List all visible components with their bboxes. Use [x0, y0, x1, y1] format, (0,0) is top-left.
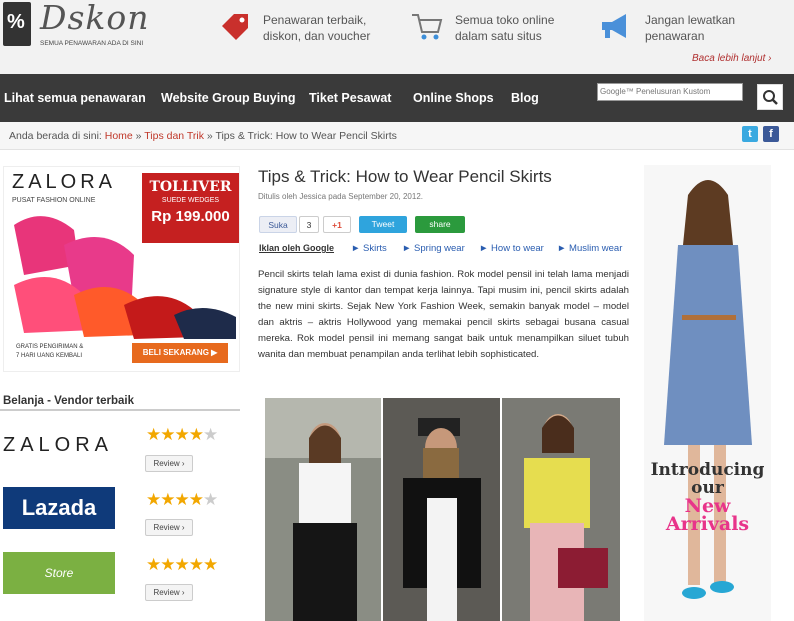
vendor-logo-lazada[interactable]: Lazada [3, 487, 115, 529]
review-button[interactable]: Review › [145, 584, 193, 601]
divider [0, 409, 240, 411]
search-button[interactable] [757, 84, 783, 110]
vendor-logo-zalora[interactable]: ZALORA [3, 424, 115, 466]
review-button[interactable]: Review › [145, 519, 193, 536]
article-photo-2 [383, 398, 500, 621]
feature-offers: Jangan lewatkan penawaran [645, 13, 736, 43]
article-photo-3 [502, 398, 620, 621]
star-rating: ★★★★★ [146, 490, 218, 509]
nav-group-buying[interactable]: Website Group Buying [161, 91, 296, 105]
zalora-banner-ad[interactable]: ZALORA PUSAT FASHION ONLINE TOLLIVER SUE… [3, 166, 240, 372]
vendor-heading: Belanja - Vendor terbaik [3, 395, 135, 407]
megaphone-icon [602, 14, 626, 38]
nav-flight-tickets[interactable]: Tiket Pesawat [309, 91, 391, 105]
vendor-logo-store[interactable]: Store [3, 552, 115, 594]
google-plus-button[interactable]: +1 [323, 216, 351, 233]
breadcrumb-home[interactable]: Home [105, 130, 133, 142]
model-photo [664, 180, 752, 599]
new-arrivals-ad[interactable]: Introducing our New Arrivals [644, 165, 771, 621]
read-more-link[interactable]: Baca lebih lanjut › [692, 53, 772, 64]
article-body: Pencil skirts telah lama exist di dunia … [258, 269, 629, 361]
like-count: 3 [299, 216, 319, 233]
ad-link-spring-wear[interactable]: ► Spring wear [402, 243, 465, 254]
breadcrumb-bar: Anda berada di sini: Home » Tips dan Tri… [0, 122, 794, 150]
twitter-icon[interactable]: t [742, 126, 758, 142]
share-button[interactable]: share [415, 216, 465, 233]
facebook-icon[interactable]: f [763, 126, 779, 142]
cart-icon [412, 14, 443, 40]
breadcrumb-section[interactable]: Tips dan Trik [144, 130, 204, 142]
logo-text[interactable]: Dskon [40, 0, 150, 37]
breadcrumb-current: Tips & Trick: How to Wear Pencil Skirts [215, 130, 397, 142]
article-photo-1 [265, 398, 381, 621]
tag-icon [222, 14, 248, 40]
site-header: % Dskon SEMUA PENAWARAN ADA DI SINI Pena… [0, 0, 794, 74]
facebook-like-button[interactable]: Suka [259, 216, 297, 233]
buy-now-button[interactable]: BELI SEKARANG ▶ [132, 343, 228, 363]
wedge-shoes-image [14, 216, 236, 339]
article-title: Tips & Trick: How to Wear Pencil Skirts [258, 167, 552, 186]
logo-mark[interactable]: % [3, 2, 31, 46]
review-button[interactable]: Review › [145, 455, 193, 472]
star-rating: ★★★★★ [146, 425, 218, 444]
logo-tagline: SEMUA PENAWARAN ADA DI SINI [40, 40, 144, 47]
search-icon [763, 90, 778, 105]
nav-blog[interactable]: Blog [511, 91, 539, 105]
ad-link-how-to-wear[interactable]: ► How to wear [479, 243, 544, 254]
ad-link-skirts[interactable]: ► Skirts [351, 243, 387, 254]
ads-by-google[interactable]: Iklan oleh Google [259, 243, 334, 253]
breadcrumb: Anda berada di sini: Home » Tips dan Tri… [9, 130, 397, 142]
nav-all-offers[interactable]: Lihat semua penawaran [4, 91, 146, 105]
article-meta: Ditulis oleh Jessica pada September 20, … [258, 192, 423, 201]
feature-shops: Semua toko online dalam satu situs [455, 13, 555, 43]
ad-link-muslim-wear[interactable]: ► Muslim wear [557, 243, 622, 254]
star-rating: ★★★★★ [146, 555, 218, 574]
nav-online-shops[interactable]: Online Shops [413, 91, 494, 105]
tweet-button[interactable]: Tweet [359, 216, 407, 233]
feature-deals: Penawaran terbaik, diskon, dan voucher [263, 13, 371, 43]
search-input[interactable]: Google™ Penelusuran Kustom [597, 83, 743, 101]
